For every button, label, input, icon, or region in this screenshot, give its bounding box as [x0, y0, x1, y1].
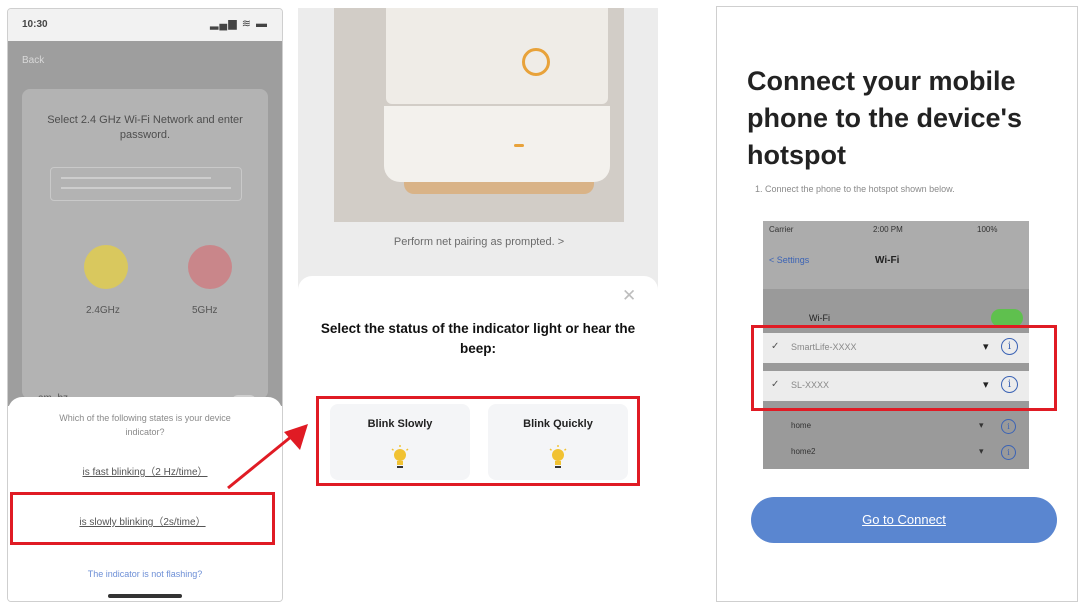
network-name: home2 [791, 447, 816, 456]
hint-line [61, 177, 211, 179]
highlight-slow-blinking: is slowly blinking（2s/time） [10, 492, 275, 545]
router-top [386, 8, 608, 104]
band-5-label: 5GHz [192, 305, 218, 316]
band-24-icon[interactable] [84, 245, 128, 289]
blink-slowly-label: Blink Slowly [367, 418, 433, 430]
hint-line [61, 187, 231, 189]
network-name: home [791, 421, 812, 430]
go-to-connect-button[interactable]: Go to Connect [751, 497, 1057, 543]
bulb-icon-svg [549, 445, 567, 468]
bulb-icon-svg [391, 445, 409, 468]
wifi-signal-icon: ▾ [979, 446, 984, 456]
signal-icon: ▂▄▆ ≋ ▬ [209, 18, 268, 30]
band-5-icon[interactable] [188, 245, 232, 289]
status-title: Select the status of the indicator light… [320, 321, 636, 356]
blink-quickly-label: Blink Quickly [523, 418, 593, 430]
status-time: 10:30 [22, 19, 48, 30]
blink-quickly-button[interactable]: Blink Quickly [488, 404, 628, 480]
close-icon[interactable]: ✕ [622, 286, 636, 306]
status-time: 2:00 PM [873, 225, 903, 234]
screen-wifi-select: 10:30 ▂▄▆ ≋ ▬ Back Select 2.4 GHz Wi-Fi … [7, 8, 283, 602]
hint-box [50, 167, 242, 201]
bulb-icon [548, 444, 568, 476]
info-icon[interactable]: i [1001, 445, 1016, 460]
screen-indicator-status: Perform net pairing as prompted. > ✕ Sel… [298, 8, 658, 488]
page-title: Connect your mobile phone to the device'… [747, 66, 1022, 170]
perform-pairing-link[interactable]: Perform net pairing as prompted. > [334, 236, 624, 248]
step-instruction: 1. Connect the phone to the hotspot show… [755, 184, 955, 194]
band-24-label: 2.4GHz [86, 305, 120, 316]
battery-label: 100% [977, 225, 998, 234]
wifi-label: Wi-Fi [809, 313, 830, 323]
wifi-screen-title: Wi-Fi [875, 255, 900, 266]
settings-header: Carrier 2:00 PM 100% < Settings Wi-Fi [763, 221, 1029, 289]
router-base [384, 106, 610, 182]
info-icon[interactable]: i [1001, 419, 1016, 434]
settings-back-link[interactable]: < Settings [769, 255, 809, 265]
help-link[interactable]: The indicator is not flashing? [8, 569, 282, 579]
power-icon [522, 48, 550, 76]
wifi-signal-icon: ▾ [979, 420, 984, 430]
status-bar: 10:30 ▂▄▆ ≋ ▬ [8, 9, 282, 41]
bulb-icon [390, 444, 410, 476]
wifi-card: Select 2.4 GHz Wi-Fi Network and enter p… [22, 89, 268, 399]
back-button[interactable]: Back [22, 55, 44, 66]
dimmed-background: Back Select 2.4 GHz Wi-Fi Network and en… [8, 41, 282, 407]
indicator-question: Which of the following states is your de… [59, 413, 231, 437]
device-photo [334, 8, 624, 222]
option-slow-blinking[interactable]: is slowly blinking（2s/time） [13, 513, 272, 528]
list-item[interactable]: home2 ▾ i [763, 443, 1029, 463]
list-item[interactable]: home ▾ i [763, 417, 1029, 437]
led-indicator [514, 144, 524, 147]
blink-slowly-button[interactable]: Blink Slowly [330, 404, 470, 480]
screen-hotspot-connect: Connect your mobile phone to the device'… [716, 6, 1078, 602]
highlight-hotspots [751, 325, 1057, 411]
home-indicator [108, 594, 182, 598]
carrier-label: Carrier [769, 225, 794, 234]
router-glow [404, 182, 594, 194]
arrow-icon [227, 424, 308, 490]
wifi-title: Select 2.4 GHz Wi-Fi Network and enter p… [47, 114, 243, 141]
